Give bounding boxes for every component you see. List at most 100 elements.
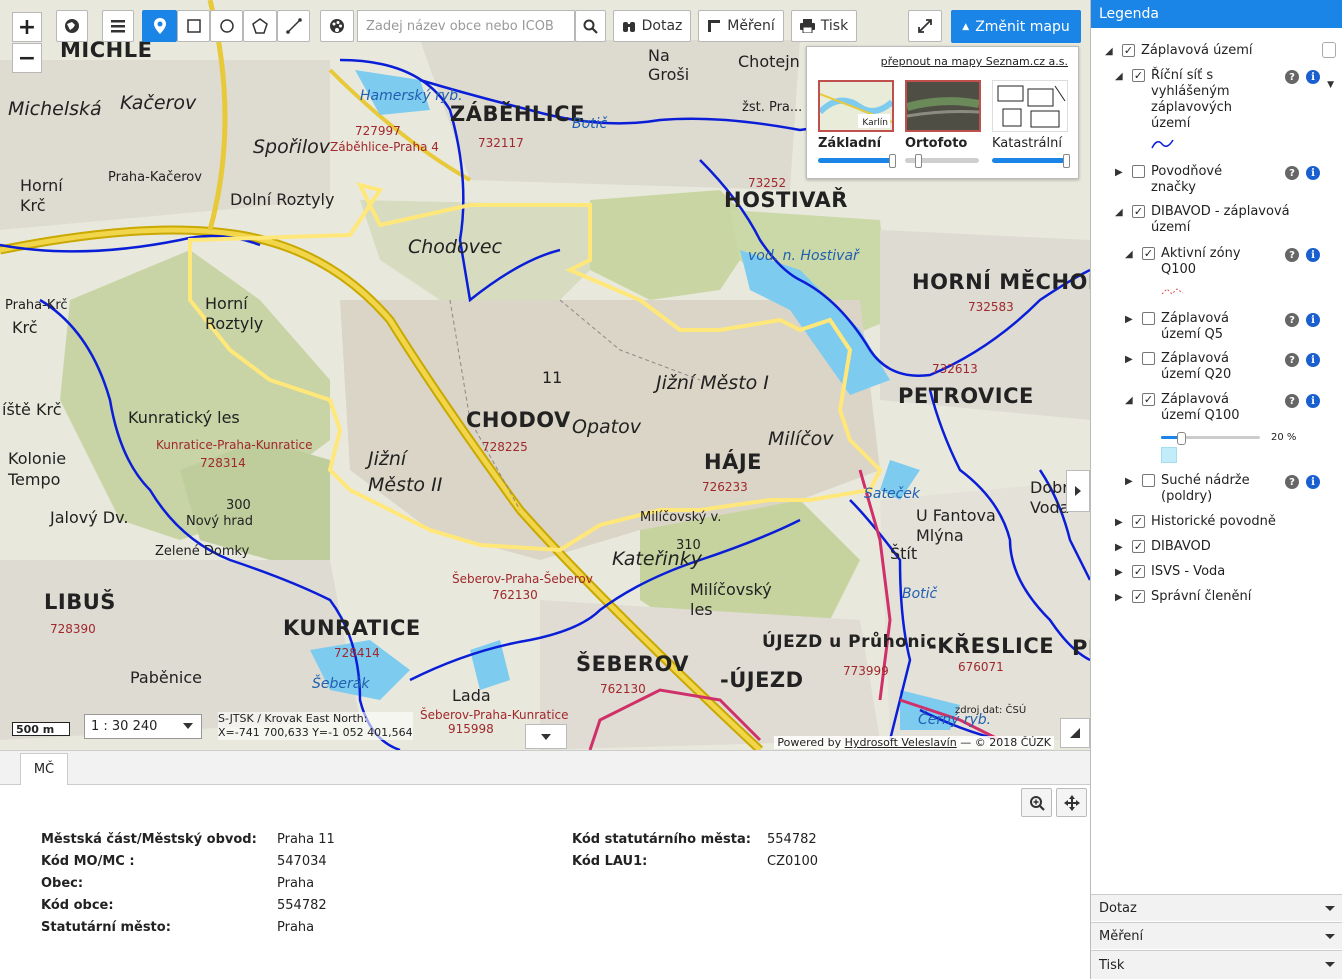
chevron-right-icon[interactable]: ▶ [1115, 167, 1123, 178]
river-legend-symbol [1151, 139, 1174, 149]
attr-value: 554782 [767, 832, 817, 847]
chevron-right-icon[interactable]: ▶ [1125, 476, 1133, 487]
help-icon[interactable]: ? [1285, 353, 1299, 367]
select-point-button[interactable] [142, 10, 177, 42]
scale-select[interactable]: 1 : 30 240 [84, 714, 202, 739]
hydrosoft-link[interactable]: Hydrosoft Veleslavín [845, 736, 957, 749]
info-icon[interactable]: i [1306, 70, 1320, 84]
coords-value: X=-741 700,633 Y=-1 052 401,564 [218, 726, 413, 739]
change-map-button[interactable]: ▲ Změnit mapu [951, 10, 1081, 43]
layer-label: Záplavová území Q20 [1161, 351, 1232, 382]
layer-checkbox[interactable] [1132, 165, 1145, 178]
chevron-down-icon[interactable]: ◢ [1115, 71, 1123, 82]
help-icon[interactable]: ? [1285, 475, 1299, 489]
scroll-down-icon[interactable]: ▼ [1327, 80, 1334, 90]
tab-mc[interactable]: MČ [20, 753, 68, 785]
slider-knob[interactable] [915, 154, 922, 168]
accordion-query[interactable]: Dotaz [1091, 894, 1342, 921]
chevron-right-icon[interactable]: ▶ [1125, 354, 1133, 365]
attr-key: Kód LAU1: [572, 854, 648, 869]
layer-checkbox[interactable] [1142, 312, 1155, 325]
expand-bottom-button[interactable] [525, 724, 567, 749]
accordion-measure[interactable]: Měření [1091, 922, 1342, 949]
measure-button[interactable]: Měření [698, 10, 784, 42]
data-source: zdroj dat: ČSÚ [955, 705, 1027, 716]
line-icon [285, 18, 302, 34]
info-icon[interactable]: i [1306, 248, 1320, 262]
pan-to-button[interactable] [1056, 788, 1087, 817]
info-icon[interactable]: i [1306, 475, 1320, 489]
overview-toggle-button[interactable] [1060, 718, 1090, 748]
slider-knob[interactable] [1063, 154, 1070, 168]
attr-key: Městská část/Městský obvod: [41, 832, 257, 847]
accordion-print[interactable]: Tisk [1091, 950, 1342, 979]
seznam-maps-link[interactable]: přepnout na mapy Seznam.cz a.s. [881, 55, 1068, 68]
opacity-slider-basic[interactable] [818, 158, 892, 163]
layer-checkbox[interactable]: ✓ [1132, 69, 1145, 82]
help-icon[interactable]: ? [1285, 166, 1299, 180]
q100-opacity-value: 20 % [1271, 432, 1297, 443]
layer-checkbox[interactable]: ✓ [1142, 247, 1155, 260]
q100-opacity-slider[interactable] [1161, 432, 1260, 445]
info-icon[interactable]: i [1306, 313, 1320, 327]
slider-knob[interactable] [889, 154, 896, 168]
layer-label: Záplavová území Q100 [1161, 392, 1240, 423]
print-label: Tisk [820, 18, 849, 34]
chevron-down-icon[interactable]: ◢ [1125, 249, 1133, 260]
help-icon[interactable]: ? [1285, 248, 1299, 262]
basemap-thumb-ortho[interactable] [905, 80, 981, 132]
select-line-button[interactable] [277, 10, 310, 42]
zoom-in-icon [1029, 795, 1045, 811]
layer-checkbox[interactable]: ✓ [1132, 540, 1145, 553]
search-button[interactable] [575, 10, 606, 42]
layer-checkbox[interactable]: ✓ [1122, 44, 1135, 57]
chevron-down-icon[interactable]: ◢ [1125, 395, 1133, 406]
accordion-label: Tisk [1099, 957, 1125, 973]
info-icon[interactable]: i [1306, 394, 1320, 408]
layer-checkbox[interactable]: ✓ [1142, 393, 1155, 406]
map-canvas[interactable]: MICHLE Michelská Kačerov Spořilov Horní … [0, 0, 1090, 750]
chevron-right-icon[interactable]: ▶ [1115, 542, 1123, 553]
query-button[interactable]: Dotaz [613, 10, 691, 42]
opacity-slider-cadastral[interactable] [992, 158, 1066, 163]
layer-checkbox[interactable] [1142, 352, 1155, 365]
layer-checkbox[interactable]: ✓ [1132, 515, 1145, 528]
chevron-down-icon [1325, 962, 1335, 967]
chevron-right-icon[interactable]: ▶ [1115, 567, 1123, 578]
chevron-down-icon[interactable]: ◢ [1105, 46, 1113, 57]
help-icon[interactable]: ? [1285, 394, 1299, 408]
help-icon[interactable]: ? [1285, 313, 1299, 327]
basemap-thumb-basic[interactable]: Karlín [817, 80, 894, 132]
select-polygon-button[interactable] [243, 10, 277, 42]
basemap-thumb-cadastral[interactable] [992, 80, 1068, 132]
layer-checkbox[interactable]: ✓ [1132, 590, 1145, 603]
attr-key: Kód statutárního města: [572, 832, 751, 847]
info-icon[interactable]: i [1306, 353, 1320, 367]
style-button[interactable] [320, 10, 354, 42]
slider-knob[interactable] [1176, 432, 1186, 445]
search-input[interactable] [357, 10, 575, 42]
zoom-out-button[interactable]: − [12, 43, 42, 73]
scrollbar-thumb[interactable] [1322, 42, 1336, 58]
help-icon[interactable]: ? [1285, 70, 1299, 84]
chevron-right-icon[interactable]: ▶ [1115, 517, 1123, 528]
select-rectangle-button[interactable] [177, 10, 210, 42]
select-circle-button[interactable] [210, 10, 243, 42]
basemap-label: Ortofoto [905, 136, 968, 151]
polygon-icon [252, 18, 268, 34]
layer-checkbox[interactable]: ✓ [1132, 565, 1145, 578]
chevron-down-icon[interactable]: ◢ [1115, 207, 1123, 218]
info-icon[interactable]: i [1306, 166, 1320, 180]
zoom-in-button[interactable]: + [12, 12, 42, 42]
expand-sidebar-button[interactable] [1066, 470, 1090, 512]
attr-value: 554782 [277, 898, 327, 913]
print-button[interactable]: Tisk [791, 10, 857, 42]
chevron-right-icon[interactable]: ▶ [1125, 314, 1133, 325]
menu-button[interactable] [102, 10, 134, 42]
layer-checkbox[interactable] [1142, 474, 1155, 487]
fullscreen-button[interactable] [908, 10, 942, 42]
chevron-right-icon[interactable]: ▶ [1115, 592, 1123, 603]
layer-checkbox[interactable]: ✓ [1132, 205, 1145, 218]
globe-button[interactable] [56, 10, 88, 42]
zoom-to-button[interactable] [1021, 788, 1052, 817]
